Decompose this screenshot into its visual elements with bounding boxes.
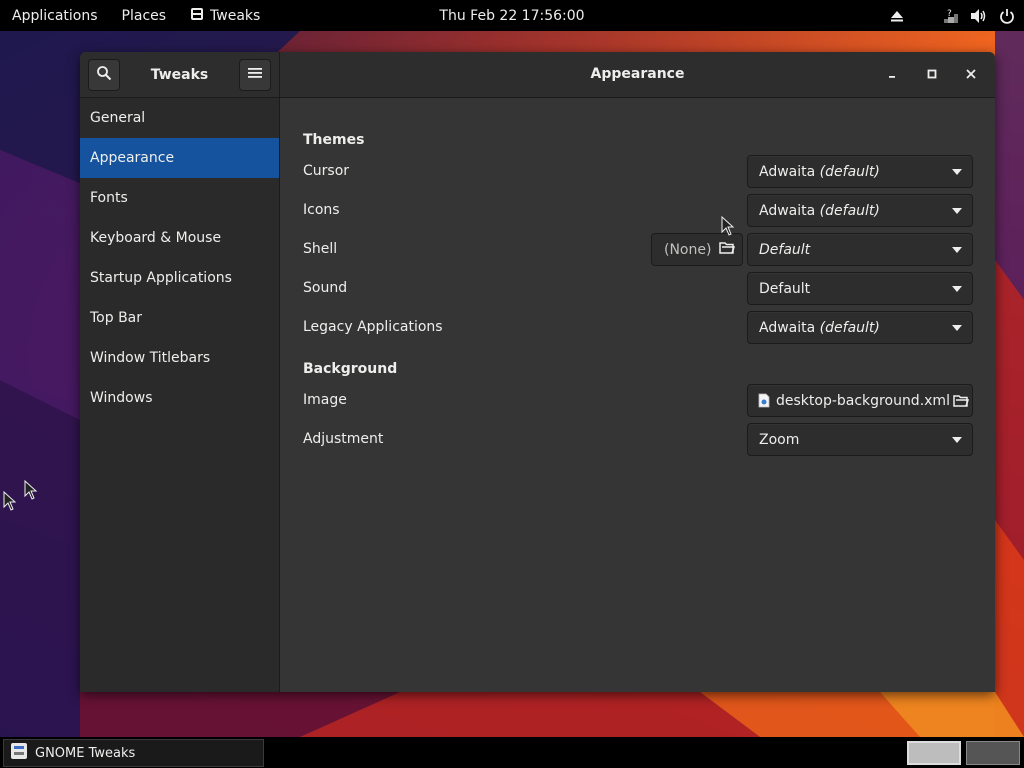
shell-none-label: (None) xyxy=(664,241,712,258)
places-label: Places xyxy=(121,7,167,24)
svg-text:?: ? xyxy=(947,9,952,19)
appearance-panel: Themes Cursor Adwaita (default) Icons Ad… xyxy=(281,98,995,692)
minimize-button[interactable] xyxy=(877,60,907,90)
taskbar-item-gnome-tweaks[interactable]: GNOME Tweaks xyxy=(3,739,264,767)
mouse-pointer-icon xyxy=(3,491,17,511)
cursor-theme-dropdown[interactable]: Adwaita (default) xyxy=(747,155,973,188)
shell-label: Shell xyxy=(303,241,338,257)
tweaks-app-icon xyxy=(190,7,204,25)
chevron-down-icon xyxy=(942,207,972,214)
xml-file-icon xyxy=(758,393,770,408)
sidebar-item-fonts[interactable]: Fonts xyxy=(80,178,279,218)
mouse-pointer-icon xyxy=(24,480,38,500)
applications-label: Applications xyxy=(12,7,98,24)
chevron-down-icon xyxy=(942,436,972,443)
sidebar-item-top-bar[interactable]: Top Bar xyxy=(80,298,279,338)
minimize-icon xyxy=(887,67,897,83)
tweaks-window: Tweaks Appearance General Appearance Fon… xyxy=(80,52,995,692)
sidebar-item-general[interactable]: General xyxy=(80,98,279,138)
volume-icon[interactable] xyxy=(968,5,990,27)
background-heading: Background xyxy=(303,361,398,377)
close-icon xyxy=(966,67,976,83)
legacy-applications-label: Legacy Applications xyxy=(303,319,443,335)
sidebar: General Appearance Fonts Keyboard & Mous… xyxy=(80,98,280,692)
chevron-down-icon xyxy=(942,324,972,331)
header-bar: Tweaks Appearance xyxy=(80,52,995,98)
shell-file-chooser-button[interactable]: (None) xyxy=(651,233,743,266)
folder-open-icon xyxy=(950,394,972,408)
shell-theme-value: Default xyxy=(759,241,811,258)
workspace-2[interactable] xyxy=(966,741,1020,765)
adjustment-label: Adjustment xyxy=(303,431,384,447)
clock[interactable]: Thu Feb 22 17:56:00 xyxy=(439,8,584,24)
eject-icon[interactable] xyxy=(886,5,908,27)
bottom-taskbar: GNOME Tweaks xyxy=(0,737,1024,768)
search-button[interactable] xyxy=(88,58,120,91)
background-image-value: desktop-background.xml xyxy=(776,392,950,409)
app-menu[interactable]: Tweaks xyxy=(178,0,272,31)
sidebar-item-windows[interactable]: Windows xyxy=(80,378,279,418)
chevron-down-icon xyxy=(942,285,972,292)
sidebar-item-keyboard-mouse[interactable]: Keyboard & Mouse xyxy=(80,218,279,258)
image-label: Image xyxy=(303,392,347,408)
close-button[interactable] xyxy=(956,60,986,90)
maximize-icon xyxy=(927,67,937,83)
sidebar-title: Tweaks xyxy=(150,66,209,83)
status-area[interactable]: ? xyxy=(886,0,1018,31)
taskbar-item-label: GNOME Tweaks xyxy=(35,745,136,761)
cursor-theme-value: Adwaita (default) xyxy=(759,163,880,180)
top-bar: Applications Places Tweaks Thu Feb 22 17… xyxy=(0,0,1024,31)
applications-menu[interactable]: Applications xyxy=(0,0,110,31)
places-menu[interactable]: Places xyxy=(110,0,179,31)
chevron-down-icon xyxy=(942,168,972,175)
background-image-file-chooser[interactable]: desktop-background.xml xyxy=(747,384,973,417)
hamburger-menu-button[interactable] xyxy=(239,58,271,91)
search-icon xyxy=(96,65,112,85)
icons-theme-value: Adwaita (default) xyxy=(759,202,880,219)
sidebar-item-startup-applications[interactable]: Startup Applications xyxy=(80,258,279,298)
sidebar-header: Tweaks xyxy=(80,52,280,97)
maximize-button[interactable] xyxy=(917,60,947,90)
adjustment-value: Zoom xyxy=(759,431,800,448)
sidebar-item-appearance[interactable]: Appearance xyxy=(80,138,279,178)
icons-theme-dropdown[interactable]: Adwaita (default) xyxy=(747,194,973,227)
cursor-label: Cursor xyxy=(303,163,350,179)
adjustment-dropdown[interactable]: Zoom xyxy=(747,423,973,456)
icons-label: Icons xyxy=(303,202,340,218)
shell-theme-dropdown[interactable]: Default xyxy=(747,233,973,266)
legacy-applications-theme-dropdown[interactable]: Adwaita (default) xyxy=(747,311,973,344)
sound-label: Sound xyxy=(303,280,348,296)
sound-theme-dropdown[interactable]: Default xyxy=(747,272,973,305)
themes-heading: Themes xyxy=(303,132,365,148)
hamburger-icon xyxy=(248,67,262,83)
mouse-pointer-icon xyxy=(721,216,735,236)
sidebar-item-window-titlebars[interactable]: Window Titlebars xyxy=(80,338,279,378)
sound-theme-value: Default xyxy=(759,280,811,297)
tweaks-app-icon xyxy=(10,742,28,764)
network-unknown-icon[interactable]: ? xyxy=(940,5,962,27)
legacy-theme-value: Adwaita (default) xyxy=(759,319,880,336)
workspace-1[interactable] xyxy=(907,741,961,765)
app-name-label: Tweaks xyxy=(210,7,261,24)
chevron-down-icon xyxy=(942,246,972,253)
power-icon[interactable] xyxy=(996,5,1018,27)
folder-open-icon xyxy=(719,241,736,259)
